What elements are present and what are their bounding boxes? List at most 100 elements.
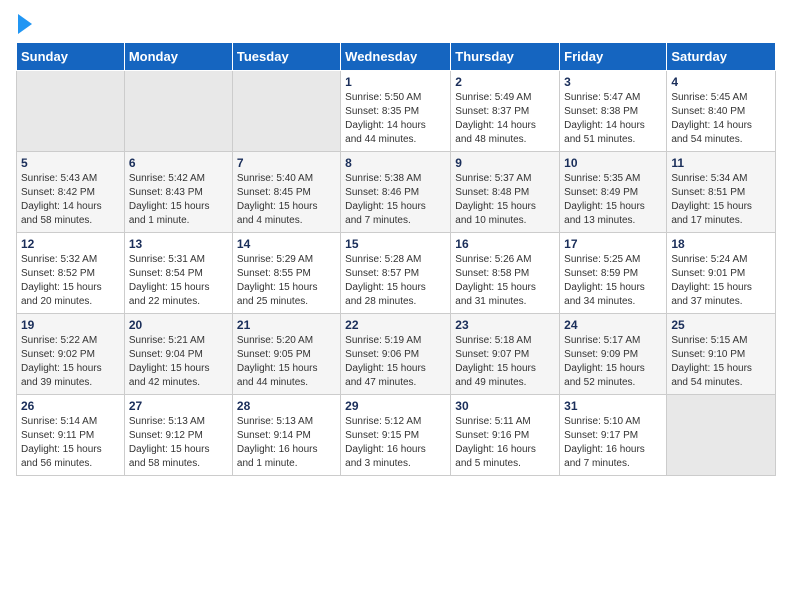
logo-arrow-icon — [18, 14, 32, 34]
day-info: Sunrise: 5:24 AM Sunset: 9:01 PM Dayligh… — [671, 253, 771, 309]
header-sunday: Sunday — [17, 43, 125, 71]
week-row-3: 12Sunrise: 5:32 AM Sunset: 8:52 PM Dayli… — [17, 233, 776, 314]
header-thursday: Thursday — [451, 43, 560, 71]
day-number: 17 — [564, 237, 662, 251]
day-number: 16 — [455, 237, 555, 251]
calendar-cell — [124, 71, 232, 152]
day-number: 5 — [21, 156, 120, 170]
day-info: Sunrise: 5:28 AM Sunset: 8:57 PM Dayligh… — [345, 253, 446, 309]
day-info: Sunrise: 5:19 AM Sunset: 9:06 PM Dayligh… — [345, 334, 446, 390]
day-number: 18 — [671, 237, 771, 251]
day-number: 24 — [564, 318, 662, 332]
day-number: 8 — [345, 156, 446, 170]
day-info: Sunrise: 5:37 AM Sunset: 8:48 PM Dayligh… — [455, 172, 555, 228]
calendar-cell: 17 Sunrise: 5:25 AM Sunset: 8:59 PM Dayli… — [560, 233, 667, 314]
calendar-cell: 23 Sunrise: 5:18 AM Sunset: 9:07 PM Dayli… — [451, 314, 560, 395]
day-number: 20 — [129, 318, 228, 332]
calendar-cell: 27 Sunrise: 5:13 AM Sunset: 9:12 PM Dayli… — [124, 395, 232, 476]
day-info: Sunrise: 5:21 AM Sunset: 9:04 PM Dayligh… — [129, 334, 228, 390]
header-wednesday: Wednesday — [341, 43, 451, 71]
calendar-cell: 15 Sunrise: 5:28 AM Sunset: 8:57 PM Dayli… — [341, 233, 451, 314]
calendar-cell: 29 Sunrise: 5:12 AM Sunset: 9:15 PM Dayli… — [341, 395, 451, 476]
calendar-cell: 9 Sunrise: 5:37 AM Sunset: 8:48 PM Daylig… — [451, 152, 560, 233]
calendar-cell: 19 Sunrise: 5:22 AM Sunset: 9:02 PM Dayli… — [17, 314, 125, 395]
header-friday: Friday — [560, 43, 667, 71]
day-number: 11 — [671, 156, 771, 170]
day-info: Sunrise: 5:22 AM Sunset: 9:02 PM Dayligh… — [21, 334, 120, 390]
day-number: 27 — [129, 399, 228, 413]
calendar-cell: 13 Sunrise: 5:31 AM Sunset: 8:54 PM Dayli… — [124, 233, 232, 314]
day-number: 4 — [671, 75, 771, 89]
day-info: Sunrise: 5:26 AM Sunset: 8:58 PM Dayligh… — [455, 253, 555, 309]
day-info: Sunrise: 5:45 AM Sunset: 8:40 PM Dayligh… — [671, 91, 771, 147]
calendar-cell: 7 Sunrise: 5:40 AM Sunset: 8:45 PM Daylig… — [232, 152, 340, 233]
day-info: Sunrise: 5:31 AM Sunset: 8:54 PM Dayligh… — [129, 253, 228, 309]
day-number: 9 — [455, 156, 555, 170]
calendar-table: SundayMondayTuesdayWednesdayThursdayFrid… — [16, 42, 776, 476]
calendar-cell: 16 Sunrise: 5:26 AM Sunset: 8:58 PM Dayli… — [451, 233, 560, 314]
calendar-cell: 8Sunrise: 5:38 AM Sunset: 8:46 PM Daylig… — [341, 152, 451, 233]
day-info: Sunrise: 5:50 AM Sunset: 8:35 PM Dayligh… — [345, 91, 446, 147]
calendar-cell — [667, 395, 776, 476]
calendar-cell: 3 Sunrise: 5:47 AM Sunset: 8:38 PM Daylig… — [560, 71, 667, 152]
day-number: 2 — [455, 75, 555, 89]
calendar-cell: 5 Sunrise: 5:43 AM Sunset: 8:42 PM Daylig… — [17, 152, 125, 233]
day-info: Sunrise: 5:18 AM Sunset: 9:07 PM Dayligh… — [455, 334, 555, 390]
week-row-2: 5 Sunrise: 5:43 AM Sunset: 8:42 PM Daylig… — [17, 152, 776, 233]
day-info: Sunrise: 5:32 AM Sunset: 8:52 PM Dayligh… — [21, 253, 120, 309]
day-number: 1 — [345, 75, 446, 89]
header-monday: Monday — [124, 43, 232, 71]
header-tuesday: Tuesday — [232, 43, 340, 71]
calendar-cell: 18 Sunrise: 5:24 AM Sunset: 9:01 PM Dayli… — [667, 233, 776, 314]
day-info: Sunrise: 5:35 AM Sunset: 8:49 PM Dayligh… — [564, 172, 662, 228]
day-number: 23 — [455, 318, 555, 332]
calendar-cell: 6Sunrise: 5:42 AM Sunset: 8:43 PM Daylig… — [124, 152, 232, 233]
day-info: Sunrise: 5:29 AM Sunset: 8:55 PM Dayligh… — [237, 253, 336, 309]
day-info: Sunrise: 5:49 AM Sunset: 8:37 PM Dayligh… — [455, 91, 555, 147]
day-info: Sunrise: 5:47 AM Sunset: 8:38 PM Dayligh… — [564, 91, 662, 147]
calendar-cell: 25 Sunrise: 5:15 AM Sunset: 9:10 PM Dayli… — [667, 314, 776, 395]
day-number: 10 — [564, 156, 662, 170]
day-info: Sunrise: 5:14 AM Sunset: 9:11 PM Dayligh… — [21, 415, 120, 471]
day-info: Sunrise: 5:25 AM Sunset: 8:59 PM Dayligh… — [564, 253, 662, 309]
day-number: 29 — [345, 399, 446, 413]
calendar-cell — [232, 71, 340, 152]
day-info: Sunrise: 5:13 AM Sunset: 9:14 PM Dayligh… — [237, 415, 336, 471]
day-number: 7 — [237, 156, 336, 170]
day-number: 14 — [237, 237, 336, 251]
day-info: Sunrise: 5:15 AM Sunset: 9:10 PM Dayligh… — [671, 334, 771, 390]
day-info: Sunrise: 5:12 AM Sunset: 9:15 PM Dayligh… — [345, 415, 446, 471]
day-number: 3 — [564, 75, 662, 89]
day-info: Sunrise: 5:17 AM Sunset: 9:09 PM Dayligh… — [564, 334, 662, 390]
calendar-cell: 10 Sunrise: 5:35 AM Sunset: 8:49 PM Dayli… — [560, 152, 667, 233]
day-info: Sunrise: 5:10 AM Sunset: 9:17 PM Dayligh… — [564, 415, 662, 471]
day-info: Sunrise: 5:40 AM Sunset: 8:45 PM Dayligh… — [237, 172, 336, 228]
calendar-cell: 28 Sunrise: 5:13 AM Sunset: 9:14 PM Dayli… — [232, 395, 340, 476]
day-number: 28 — [237, 399, 336, 413]
week-row-1: 1 Sunrise: 5:50 AM Sunset: 8:35 PM Daylig… — [17, 71, 776, 152]
calendar-cell: 31 Sunrise: 5:10 AM Sunset: 9:17 PM Dayli… — [560, 395, 667, 476]
day-number: 15 — [345, 237, 446, 251]
calendar-cell: 21 Sunrise: 5:20 AM Sunset: 9:05 PM Dayli… — [232, 314, 340, 395]
day-number: 30 — [455, 399, 555, 413]
calendar-cell: 4 Sunrise: 5:45 AM Sunset: 8:40 PM Daylig… — [667, 71, 776, 152]
day-number: 26 — [21, 399, 120, 413]
day-number: 13 — [129, 237, 228, 251]
calendar-cell: 24 Sunrise: 5:17 AM Sunset: 9:09 PM Dayli… — [560, 314, 667, 395]
day-info: Sunrise: 5:43 AM Sunset: 8:42 PM Dayligh… — [21, 172, 120, 228]
day-number: 31 — [564, 399, 662, 413]
calendar-cell: 12Sunrise: 5:32 AM Sunset: 8:52 PM Dayli… — [17, 233, 125, 314]
day-info: Sunrise: 5:13 AM Sunset: 9:12 PM Dayligh… — [129, 415, 228, 471]
day-number: 21 — [237, 318, 336, 332]
day-info: Sunrise: 5:20 AM Sunset: 9:05 PM Dayligh… — [237, 334, 336, 390]
calendar-cell: 11 Sunrise: 5:34 AM Sunset: 8:51 PM Dayli… — [667, 152, 776, 233]
logo — [16, 16, 32, 34]
day-number: 19 — [21, 318, 120, 332]
day-info: Sunrise: 5:34 AM Sunset: 8:51 PM Dayligh… — [671, 172, 771, 228]
calendar-cell — [17, 71, 125, 152]
day-number: 22 — [345, 318, 446, 332]
week-row-5: 26 Sunrise: 5:14 AM Sunset: 9:11 PM Dayli… — [17, 395, 776, 476]
page-header — [16, 16, 776, 34]
week-row-4: 19 Sunrise: 5:22 AM Sunset: 9:02 PM Dayli… — [17, 314, 776, 395]
day-number: 25 — [671, 318, 771, 332]
